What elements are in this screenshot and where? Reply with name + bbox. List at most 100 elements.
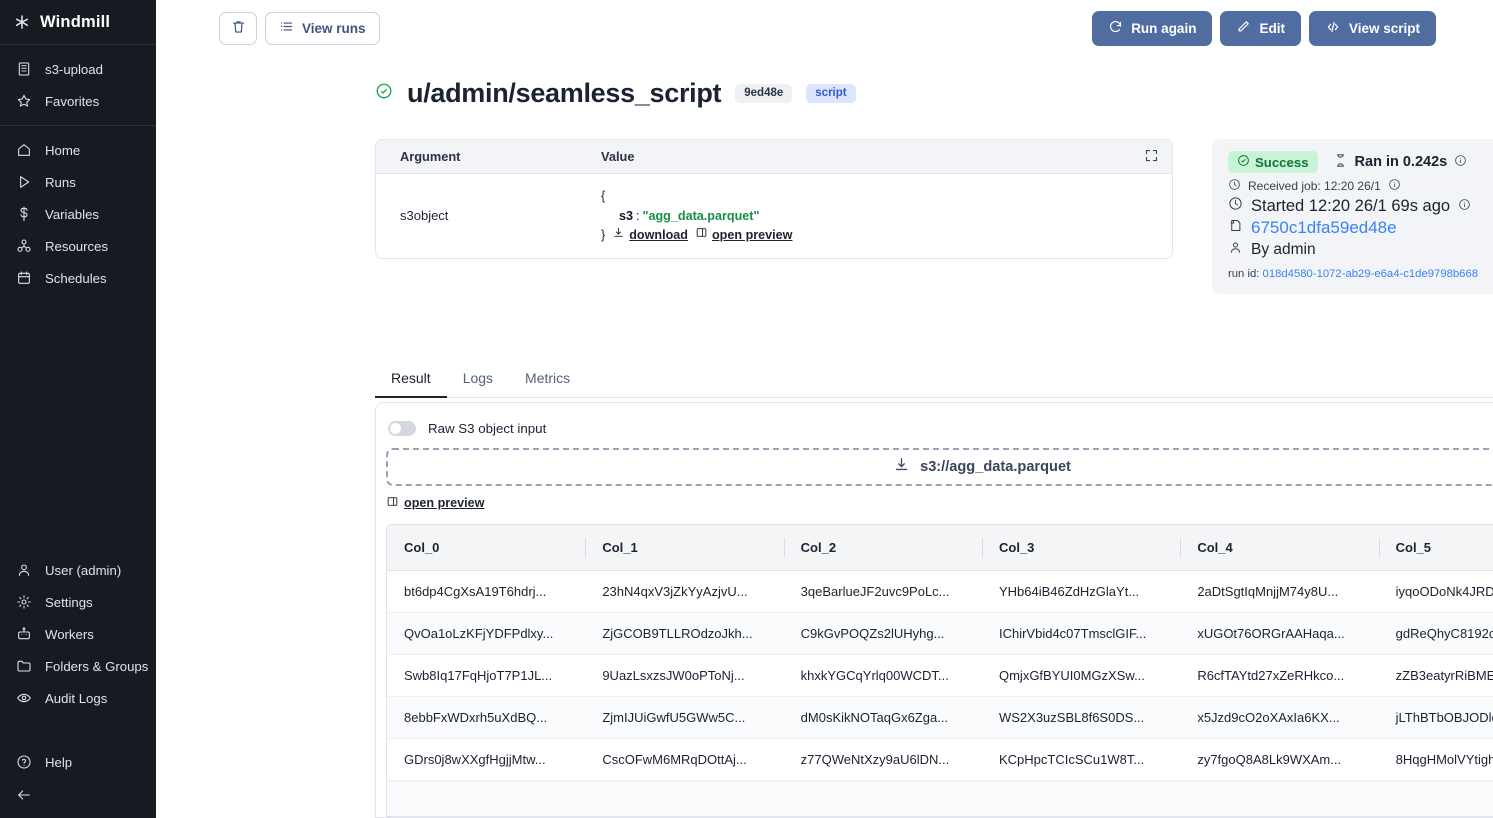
table-cell: 3qeBarlueJF2uvc9PoLc... — [784, 570, 982, 612]
sidebar-item-favorites[interactable]: Favorites — [0, 85, 156, 117]
sidebar-collapse-button[interactable] — [0, 778, 156, 812]
table-cell: KCpHpcTCIcSCu1W8T... — [982, 738, 1180, 780]
column-header-col4[interactable]: Col_4 — [1180, 525, 1378, 570]
download-label: download — [629, 226, 688, 246]
open-preview-link[interactable]: open preview — [695, 226, 792, 246]
json-open-brace: { — [601, 187, 1172, 207]
table-cell: jLThBTbOBJODlc65lw1... — [1379, 696, 1493, 738]
sidebar-item-resources[interactable]: Resources — [0, 230, 156, 262]
sidebar-item-variables[interactable]: Variables — [0, 198, 156, 230]
sidebar-item-label: Schedules — [45, 271, 107, 286]
sidebar-item-user[interactable]: User (admin) — [0, 554, 156, 586]
brand[interactable]: Windmill — [0, 0, 156, 44]
kind-badge[interactable]: script — [806, 84, 855, 104]
sidebar-workspace-group: s3-upload Favorites — [0, 45, 156, 125]
sidebar-item-folders-groups[interactable]: Folders & Groups — [0, 650, 156, 682]
trash-icon — [231, 19, 246, 37]
job-hash-link[interactable]: 6750c1dfa59ed48e — [1251, 218, 1397, 238]
sidebar-item-workspace[interactable]: s3-upload — [0, 53, 156, 85]
table-cell: xUGOt76ORGrAAHaqa... — [1180, 612, 1378, 654]
dollar-icon — [16, 206, 32, 222]
result-open-preview-link[interactable]: open preview — [386, 495, 484, 511]
tab-logs[interactable]: Logs — [447, 362, 509, 398]
table-cell: QmjxGfBYUI0MGzXSw... — [982, 654, 1180, 696]
table-cell: zZB3eatyrRiBMEJrXlhL... — [1379, 654, 1493, 696]
check-circle-icon — [375, 82, 393, 105]
table-row[interactable]: bt6dp4CgXsA19T6hdrj... 23hN4qxV3jZkYyAzj… — [387, 570, 1493, 612]
brand-name: Windmill — [40, 13, 110, 32]
view-script-button[interactable]: View script — [1309, 11, 1436, 46]
robot-icon — [16, 626, 32, 642]
table-cell: iyqoODoNk4JRDQTZT... — [1379, 570, 1493, 612]
building-icon — [16, 61, 32, 77]
result-tabs: Result Logs Metrics — [375, 362, 1493, 398]
job-status-card: Success Ran in 0.242s Received job: 12:2… — [1212, 139, 1493, 294]
run-id-link[interactable]: 018d4580-1072-ab29-e6a4-c1de9798b668 — [1263, 268, 1478, 280]
column-header-col1[interactable]: Col_1 — [585, 525, 783, 570]
table-cell: 8ebbFxWDxrh5uXdBQ... — [387, 696, 585, 738]
table-cell: YHb64iB46ZdHzGlaYt... — [982, 570, 1180, 612]
arguments-expand-button[interactable] — [1140, 146, 1162, 168]
info-icon[interactable] — [1388, 178, 1401, 194]
column-header-col3[interactable]: Col_3 — [982, 525, 1180, 570]
table-cell: 9UazLsxzsJW0oPToNj... — [585, 654, 783, 696]
result-open-preview-label: open preview — [404, 496, 484, 510]
json-close-brace: } — [601, 226, 605, 246]
delete-button[interactable] — [219, 12, 257, 45]
info-icon[interactable] — [1454, 154, 1467, 171]
sidebar-item-help[interactable]: Help — [0, 746, 156, 778]
author-label: By admin — [1251, 241, 1316, 259]
run-again-button[interactable]: Run again — [1092, 11, 1212, 46]
info-icon[interactable] — [1458, 197, 1471, 216]
check-circle-icon — [1237, 154, 1250, 170]
sidebar-item-label: Variables — [45, 207, 99, 222]
open-preview-label: open preview — [712, 226, 792, 246]
column-header-col0[interactable]: Col_0 — [387, 525, 585, 570]
tab-metrics[interactable]: Metrics — [509, 362, 586, 398]
edit-button[interactable]: Edit — [1220, 11, 1301, 46]
top-toolbar: View runs Run again Edit View script — [156, 0, 1493, 56]
arguments-header: Argument Value — [376, 140, 1172, 174]
calendar-icon — [16, 270, 32, 286]
s3-file-dropzone[interactable]: s3://agg_data.parquet — [386, 448, 1493, 486]
view-runs-button[interactable]: View runs — [265, 12, 380, 45]
page-title: u/admin/seamless_script — [407, 78, 721, 109]
table-row[interactable]: 8ebbFxWDxrh5uXdBQ... ZjmIJUiGwfU5GWw5C..… — [387, 696, 1493, 738]
sidebar-item-home[interactable]: Home — [0, 134, 156, 166]
main-content: View runs Run again Edit View script u/a… — [156, 0, 1493, 818]
home-icon — [16, 142, 32, 158]
table-row[interactable]: QvOa1oLzKFjYDFPdlxy... ZjGCOB9TLLROdzoJk… — [387, 612, 1493, 654]
sidebar-item-settings[interactable]: Settings — [0, 586, 156, 618]
column-header-col2[interactable]: Col_2 — [784, 525, 982, 570]
table-row[interactable]: GDrs0j8wXXgfHgjjMtw... CscOFwM6MRqDOttAj… — [387, 738, 1493, 780]
expand-icon — [1144, 148, 1159, 166]
table-cell: GDrs0j8wXXgfHgjjMtw... — [387, 738, 585, 780]
status-top-row: Success Ran in 0.242s — [1228, 151, 1493, 173]
sidebar-item-schedules[interactable]: Schedules — [0, 262, 156, 294]
sidebar-item-workers[interactable]: Workers — [0, 618, 156, 650]
tab-result[interactable]: Result — [375, 362, 447, 398]
sidebar-item-label: Resources — [45, 239, 108, 254]
received-label: Received job: 12:20 26/1 — [1248, 179, 1381, 193]
resources-icon — [16, 238, 32, 254]
sidebar-item-label: Runs — [45, 175, 76, 190]
hash-badge[interactable]: 9ed48e — [735, 84, 792, 104]
raw-s3-object-input-toggle[interactable] — [388, 421, 416, 436]
argument-key: s3object — [376, 174, 601, 258]
duration-row: Ran in 0.242s — [1333, 153, 1468, 172]
table-row[interactable]: Swb8Iq17FqHjoT7P1JL... 9UazLsxzsJW0oPToN… — [387, 654, 1493, 696]
column-header-col5[interactable]: Col_5 — [1379, 525, 1493, 570]
table-cell: ZjGCOB9TLLROdzoJkh... — [585, 612, 783, 654]
table-cell: 23hN4qxV3jZkYyAzjvU... — [585, 570, 783, 612]
job-hash-row[interactable]: 6750c1dfa59ed48e — [1228, 218, 1493, 238]
json-key: s3 — [619, 209, 633, 223]
sidebar-item-label: Folders & Groups — [45, 659, 148, 674]
json-pair: s3:"agg_data.parquet" — [601, 209, 759, 223]
table-cell: x5Jzd9cO2oXAxIa6KX... — [1180, 696, 1378, 738]
download-link[interactable]: download — [612, 226, 688, 246]
sidebar-item-runs[interactable]: Runs — [0, 166, 156, 198]
pencil-icon — [1236, 19, 1251, 37]
sidebar-item-audit-logs[interactable]: Audit Logs — [0, 682, 156, 714]
result-panel-header: Raw S3 object input — [376, 403, 1493, 436]
table-cell: QvOa1oLzKFjYDFPdlxy... — [387, 612, 585, 654]
